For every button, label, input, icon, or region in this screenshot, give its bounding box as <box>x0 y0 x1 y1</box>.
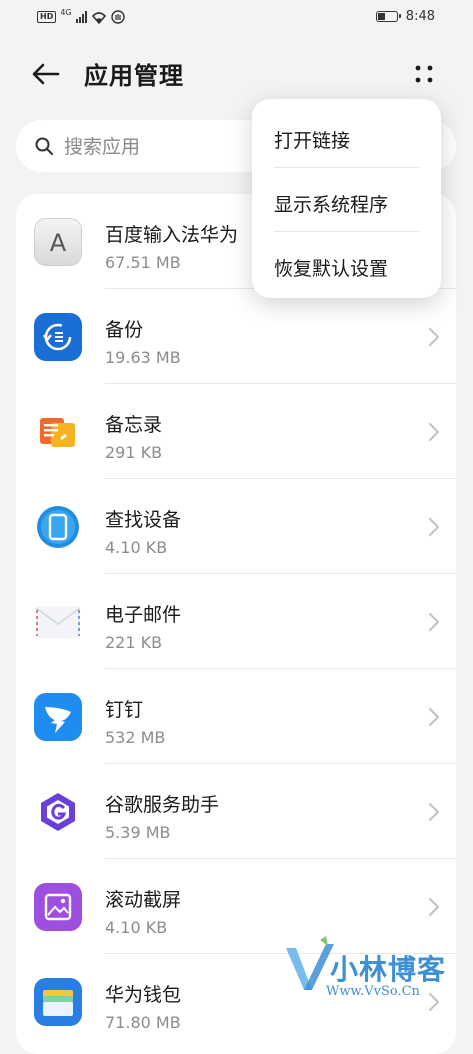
overflow-menu: 打开链接 显示系统程序 恢复默认设置 <box>252 99 441 298</box>
app-row-scroll-screenshot[interactable]: 滚动截屏 4.10 KB <box>16 859 456 954</box>
app-name: 查找设备 <box>105 509 182 531</box>
app-size: 19.63 MB <box>105 348 181 367</box>
app-name: 电子邮件 <box>105 604 182 626</box>
menu-item-open-links[interactable]: 打开链接 <box>252 104 441 168</box>
menu-item-label: 恢复默认设置 <box>274 258 389 280</box>
app-list: A 百度输入法华为 67.51 MB 备份 19.63 MB 备忘录 291 K… <box>16 194 456 1054</box>
menu-item-label: 打开链接 <box>274 130 351 152</box>
find-device-icon <box>34 503 82 551</box>
app-row-email[interactable]: 电子邮件 221 KB <box>16 574 456 669</box>
app-size: 291 KB <box>105 443 163 462</box>
app-row-google-helper[interactable]: 谷歌服务助手 5.39 MB <box>16 764 456 859</box>
chevron-right-icon <box>428 802 440 822</box>
page-title: 应用管理 <box>84 62 184 90</box>
app-name: 滚动截屏 <box>105 889 182 911</box>
dingtalk-icon <box>34 693 82 741</box>
chevron-right-icon <box>428 517 440 537</box>
app-size: 67.51 MB <box>105 253 181 272</box>
network-type: 4G <box>60 7 72 17</box>
app-size: 221 KB <box>105 633 163 652</box>
status-bar: HD 4G 8:48 <box>0 0 473 38</box>
search-icon <box>35 137 53 155</box>
app-size: 532 MB <box>105 728 166 747</box>
notepad-icon <box>34 408 82 456</box>
menu-item-restore-defaults[interactable]: 恢复默认设置 <box>252 232 441 296</box>
app-name: 钉钉 <box>105 699 144 721</box>
app-row-wallet[interactable]: 华为钱包 71.80 MB <box>16 954 456 1049</box>
battery-fill <box>377 13 385 20</box>
baidu-input-icon: A <box>34 218 82 266</box>
chevron-right-icon <box>428 707 440 727</box>
app-name: 百度输入法华为 <box>105 224 239 246</box>
chevron-right-icon <box>428 422 440 442</box>
app-size: 5.39 MB <box>105 823 171 842</box>
google-helper-icon <box>34 788 82 836</box>
app-size: 71.80 MB <box>105 1013 181 1032</box>
app-row-notepad[interactable]: 备忘录 291 KB <box>16 384 456 479</box>
hand-icon <box>110 10 125 24</box>
header: 应用管理 <box>0 50 473 96</box>
arrow-left-icon <box>32 63 60 85</box>
more-button[interactable] <box>408 58 440 90</box>
email-icon <box>34 598 82 646</box>
app-row-find-device[interactable]: 查找设备 4.10 KB <box>16 479 456 574</box>
backup-icon <box>34 313 82 361</box>
menu-item-show-system-apps[interactable]: 显示系统程序 <box>252 168 441 232</box>
app-name: 备忘录 <box>105 414 163 436</box>
app-name: 谷歌服务助手 <box>105 794 220 816</box>
app-name: 华为钱包 <box>105 984 182 1006</box>
chevron-right-icon <box>428 992 440 1012</box>
scroll-screenshot-icon <box>34 883 82 931</box>
app-size: 4.10 KB <box>105 918 168 937</box>
more-dots-icon <box>415 65 433 83</box>
app-row-dingtalk[interactable]: 钉钉 532 MB <box>16 669 456 764</box>
wifi-icon <box>91 11 106 24</box>
wallet-icon <box>34 978 82 1026</box>
back-button[interactable] <box>28 56 64 92</box>
chevron-right-icon <box>428 327 440 347</box>
status-left: HD 4G <box>37 7 125 24</box>
app-row-backup[interactable]: 备份 19.63 MB <box>16 289 456 384</box>
status-time: 8:48 <box>405 9 435 24</box>
chevron-right-icon <box>428 897 440 917</box>
status-right: 8:48 <box>375 9 435 24</box>
app-size: 4.10 KB <box>105 538 168 557</box>
signal-icon <box>75 11 87 23</box>
battery-icon <box>375 11 401 22</box>
menu-item-label: 显示系统程序 <box>274 194 389 216</box>
svg-text:A: A <box>50 229 67 257</box>
app-name: 备份 <box>105 319 144 341</box>
chevron-right-icon <box>428 612 440 632</box>
hd-badge: HD <box>37 11 57 23</box>
